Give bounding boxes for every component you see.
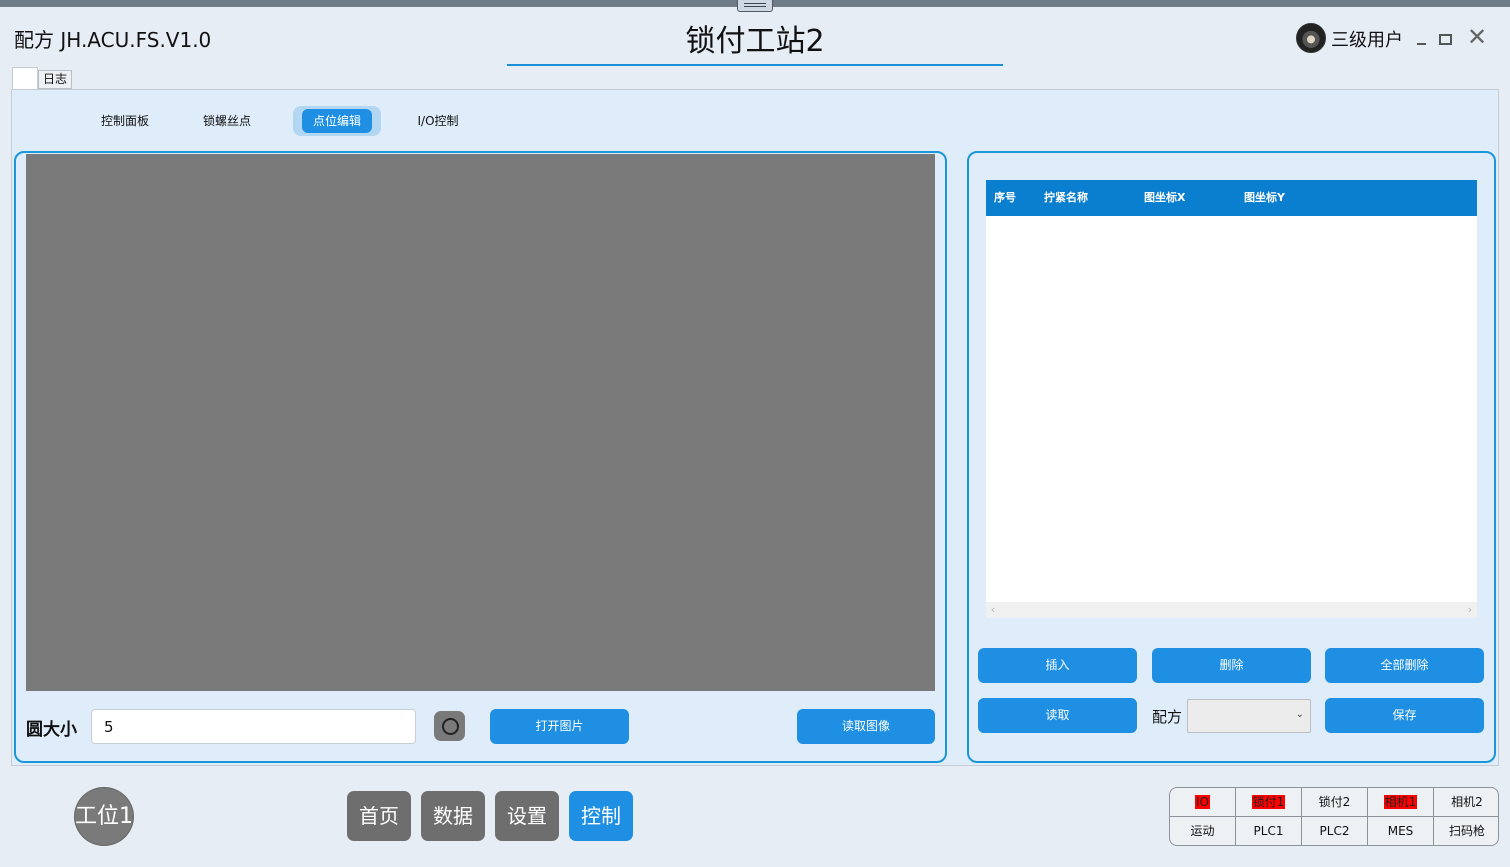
point-table[interactable] — [986, 180, 1477, 618]
status-motion: 运动 — [1170, 817, 1236, 845]
status-camera1: 相机1 — [1368, 788, 1434, 817]
station-title: 锁付工站2 — [685, 24, 825, 59]
col-image-y[interactable]: 图坐标Y — [1244, 180, 1285, 216]
user-level-label[interactable]: 三级用户 — [1331, 26, 1403, 52]
subtab-point-edit[interactable]: 点位编辑 — [293, 106, 382, 136]
col-index[interactable]: 序号 — [994, 180, 1016, 216]
nav-settings-button[interactable]: 设置 — [495, 791, 559, 841]
insert-button[interactable]: 插入 — [978, 648, 1137, 683]
status-scanner-label: 扫码枪 — [1448, 824, 1485, 838]
delete-all-button[interactable]: 全部删除 — [1325, 648, 1484, 683]
status-lock2-label: 锁付2 — [1318, 795, 1351, 809]
status-plc1-label: PLC1 — [1253, 824, 1284, 838]
station-badge[interactable]: 工位1 — [74, 787, 134, 846]
app-title: 配方 JH.ACU.FS.V1.0 — [14, 28, 212, 52]
status-camera1-label: 相机1 — [1383, 795, 1418, 809]
scroll-right-icon[interactable]: › — [1463, 602, 1477, 618]
status-io-label: IO — [1195, 795, 1210, 809]
open-image-button[interactable]: 打开图片 — [490, 709, 629, 744]
read-image-button[interactable]: 读取图像 — [797, 709, 935, 744]
tab-blank[interactable] — [12, 67, 38, 91]
status-plc2-label: PLC2 — [1319, 824, 1350, 838]
user-avatar[interactable] — [1296, 23, 1326, 53]
subtab-screw-points[interactable]: 锁螺丝点 — [192, 106, 262, 136]
status-scanner: 扫码枪 — [1434, 817, 1498, 845]
nav-home-button[interactable]: 首页 — [347, 791, 411, 841]
table-horizontal-scrollbar[interactable]: ‹ › — [986, 602, 1477, 618]
recipe-select[interactable]: ⌄ — [1187, 699, 1311, 733]
point-table-header: 序号 拧紧名称 图坐标X 图坐标Y — [986, 180, 1477, 216]
recipe-label: 配方 — [1152, 708, 1183, 726]
status-lock1-label: 锁付1 — [1251, 795, 1286, 809]
circle-size-input[interactable] — [91, 709, 416, 744]
read-button[interactable]: 读取 — [978, 698, 1137, 733]
status-motion-label: 运动 — [1190, 824, 1215, 838]
scroll-left-icon[interactable]: ‹ — [986, 602, 1000, 618]
title-underline — [507, 64, 1003, 66]
save-button[interactable]: 保存 — [1325, 698, 1484, 733]
subtab-io-control[interactable]: I/O控制 — [405, 106, 471, 136]
close-icon[interactable]: ✕ — [1466, 25, 1488, 49]
nav-data-button[interactable]: 数据 — [421, 791, 485, 841]
status-camera2-label: 相机2 — [1451, 795, 1483, 809]
status-camera2: 相机2 — [1434, 788, 1498, 817]
status-mes-label: MES — [1387, 824, 1414, 838]
status-lock2: 锁付2 — [1302, 788, 1368, 817]
col-tighten-name[interactable]: 拧紧名称 — [1044, 180, 1088, 216]
subtab-point-edit-label: 点位编辑 — [302, 109, 373, 133]
delete-button[interactable]: 删除 — [1152, 648, 1311, 683]
chevron-down-icon: ⌄ — [1295, 709, 1304, 720]
status-lock1: 锁付1 — [1236, 788, 1302, 817]
tab-log[interactable]: 日志 — [38, 70, 72, 89]
status-mes: MES — [1368, 817, 1434, 845]
circle-size-label: 圆大小 — [26, 720, 77, 740]
nav-control-button[interactable]: 控制 — [569, 791, 633, 841]
maximize-icon[interactable] — [1435, 26, 1457, 48]
status-plc2: PLC2 — [1302, 817, 1368, 845]
minimize-icon[interactable] — [1412, 26, 1434, 48]
status-plc1: PLC1 — [1236, 817, 1302, 845]
status-io: IO — [1170, 788, 1236, 817]
draw-circle-button[interactable] — [434, 711, 465, 741]
drag-grip-icon[interactable] — [737, 0, 773, 12]
subtab-control-panel[interactable]: 控制面板 — [90, 106, 160, 136]
device-status-grid: IO 锁付1 锁付2 相机1 相机2 运动 PLC1 PLC2 MES 扫码枪 — [1169, 787, 1499, 846]
col-image-x[interactable]: 图坐标X — [1144, 180, 1185, 216]
image-canvas[interactable] — [26, 154, 935, 691]
